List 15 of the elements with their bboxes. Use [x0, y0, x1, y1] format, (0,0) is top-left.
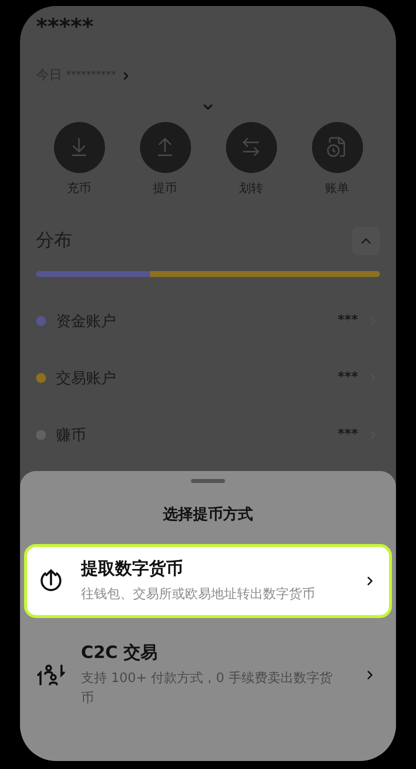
option-title: 提取数字货币	[81, 558, 184, 580]
sheet-title: 选择提币方式	[163, 504, 253, 525]
option-title: C2C 交易	[81, 642, 159, 664]
account-value: ***	[338, 369, 358, 388]
collapse-button[interactable]	[352, 226, 380, 254]
account-value: ***	[338, 312, 358, 330]
transfer-arrows-icon	[240, 136, 262, 158]
document-clock-icon	[326, 136, 348, 158]
withdraw-option[interactable]: 提取数字货币 往钱包、交易所或欧易地址转出数字货币	[24, 544, 392, 618]
account-value: ***	[338, 426, 358, 444]
drag-handle[interactable]	[191, 479, 225, 483]
balance-text: *****	[36, 14, 94, 42]
withdraw-option[interactable]: C2C 交易 支持 100+ 付款方式，0 手续费卖出数字货币	[24, 632, 392, 718]
option-description: 往钱包、交易所或欧易地址转出数字货币	[81, 586, 316, 604]
option-description: 支持 100+ 付款方式，0 手续费卖出数字货币	[81, 670, 334, 708]
